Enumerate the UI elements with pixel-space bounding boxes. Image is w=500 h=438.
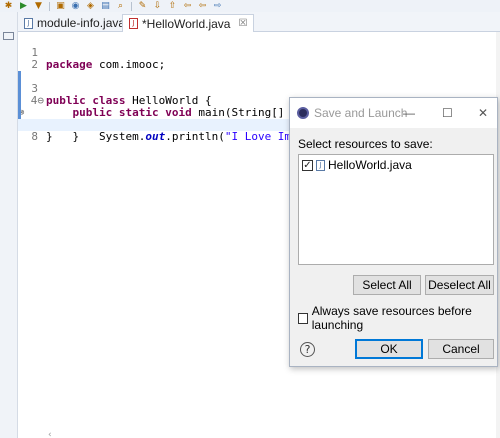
- previous-annotation-icon[interactable]: ⇧: [166, 1, 179, 11]
- toolbar-separator: [131, 1, 132, 11]
- code-line: ⊗ 5 System.out.println("I Love Imooc!");: [18, 83, 500, 143]
- left-trim: [0, 12, 18, 438]
- tab-module-info[interactable]: J module-info.java: [18, 14, 131, 32]
- ok-button[interactable]: OK: [355, 339, 423, 359]
- scroll-left-icon[interactable]: ‹: [48, 430, 52, 438]
- tab-label: module-info.java: [37, 16, 126, 30]
- code-line: 4⊖ public static void main(String[] args…: [18, 71, 500, 119]
- restore-view-icon[interactable]: [3, 32, 14, 40]
- code-line: 2: [18, 47, 500, 71]
- main-toolbar: ✱ ▶ ▼ ▣ ◉ ◈ ▤ ⌕ ✎ ⇩ ⇧ ⇦ ⇦ ⇨: [0, 0, 500, 12]
- forward-icon[interactable]: ⇨: [211, 1, 224, 11]
- tab-helloworld[interactable]: J *HelloWorld.java ☒: [122, 14, 255, 32]
- always-save-option[interactable]: Always save resources before launching: [298, 304, 497, 332]
- cancel-button[interactable]: Cancel: [428, 339, 494, 359]
- external-tools-icon[interactable]: ▼: [32, 1, 45, 11]
- deselect-all-button[interactable]: Deselect All: [425, 275, 494, 295]
- toggle-mark-occurrences-icon[interactable]: ✎: [136, 1, 149, 11]
- resource-checkbox[interactable]: ✓: [302, 159, 313, 171]
- line-number: 8: [31, 130, 38, 143]
- search-icon[interactable]: ⌕: [114, 1, 127, 11]
- open-type-icon[interactable]: ◈: [84, 1, 97, 11]
- new-java-package-icon[interactable]: ▣: [54, 1, 67, 11]
- toolbar-separator: [49, 1, 50, 11]
- open-task-icon[interactable]: ▤: [99, 1, 112, 11]
- tab-label: *HelloWorld.java: [142, 16, 231, 31]
- editor-tab-bar: J module-info.java J *HelloWorld.java ☒: [18, 12, 500, 32]
- run-icon[interactable]: ▶: [17, 1, 30, 11]
- tab-close-icon[interactable]: ☒: [238, 18, 247, 29]
- code-text: .println(: [165, 130, 225, 143]
- list-item[interactable]: ✓ J HelloWorld.java: [302, 158, 412, 172]
- back-icon[interactable]: ⇦: [196, 1, 209, 11]
- new-java-class-icon[interactable]: ◉: [69, 1, 82, 11]
- field-name: out: [145, 130, 166, 143]
- eclipse-icon: [297, 107, 309, 119]
- dialog-title-bar[interactable]: Save and Launch — ☐ ✕: [290, 98, 497, 128]
- java-file-icon: J: [316, 159, 325, 171]
- code-line: 3 public class HelloWorld {: [18, 59, 500, 107]
- select-all-button[interactable]: Select All: [353, 275, 421, 295]
- minimize-icon[interactable]: —: [403, 106, 415, 120]
- dialog-title: Save and Launch: [314, 106, 408, 120]
- help-icon[interactable]: ?: [300, 342, 315, 357]
- close-icon[interactable]: ✕: [478, 106, 488, 120]
- code-line: 1 package com.imooc;: [18, 35, 500, 71]
- always-save-checkbox[interactable]: [298, 312, 308, 324]
- resources-list: ✓ J HelloWorld.java: [298, 154, 494, 265]
- maximize-icon[interactable]: ☐: [442, 106, 453, 120]
- save-and-launch-dialog: Save and Launch — ☐ ✕ Select resources t…: [289, 97, 498, 367]
- java-file-icon: J: [24, 17, 33, 29]
- last-edit-location-icon[interactable]: ⇦: [181, 1, 194, 11]
- resource-label: HelloWorld.java: [328, 158, 412, 172]
- java-file-error-icon: J: [129, 18, 138, 29]
- always-save-label: Always save resources before launching: [311, 304, 472, 332]
- next-annotation-icon[interactable]: ⇩: [151, 1, 164, 11]
- debug-icon[interactable]: ✱: [2, 1, 15, 11]
- select-resources-label: Select resources to save:: [298, 137, 433, 151]
